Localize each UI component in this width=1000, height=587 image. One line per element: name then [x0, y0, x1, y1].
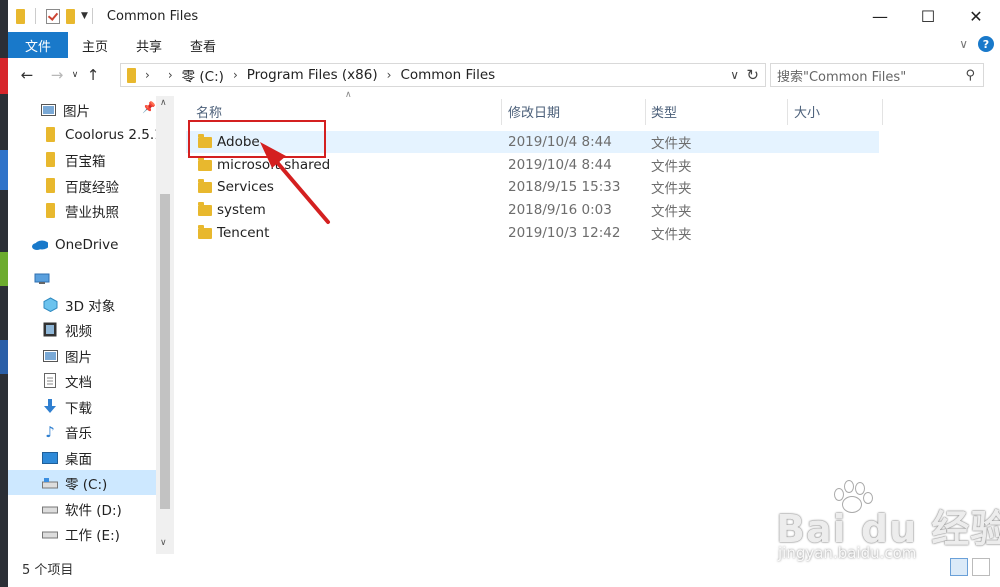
desktop-app-icon — [0, 58, 8, 94]
view-switcher — [950, 558, 990, 576]
details-view-icon[interactable] — [950, 558, 968, 576]
annotation-arrow-icon — [260, 142, 330, 224]
desktop-app-icon — [0, 150, 8, 190]
item-count: 5 个项目 — [22, 562, 74, 578]
status-bar: 5 个项目 — [8, 556, 1000, 580]
file-explorer-window: ▼ Common Files — ☐ ✕ 文件 主页 共享 查看 ∨ ? ← →… — [8, 0, 1000, 587]
desktop-app-icon — [0, 340, 8, 374]
large-icons-view-icon[interactable] — [972, 558, 990, 576]
desktop-app-icon — [0, 252, 8, 286]
